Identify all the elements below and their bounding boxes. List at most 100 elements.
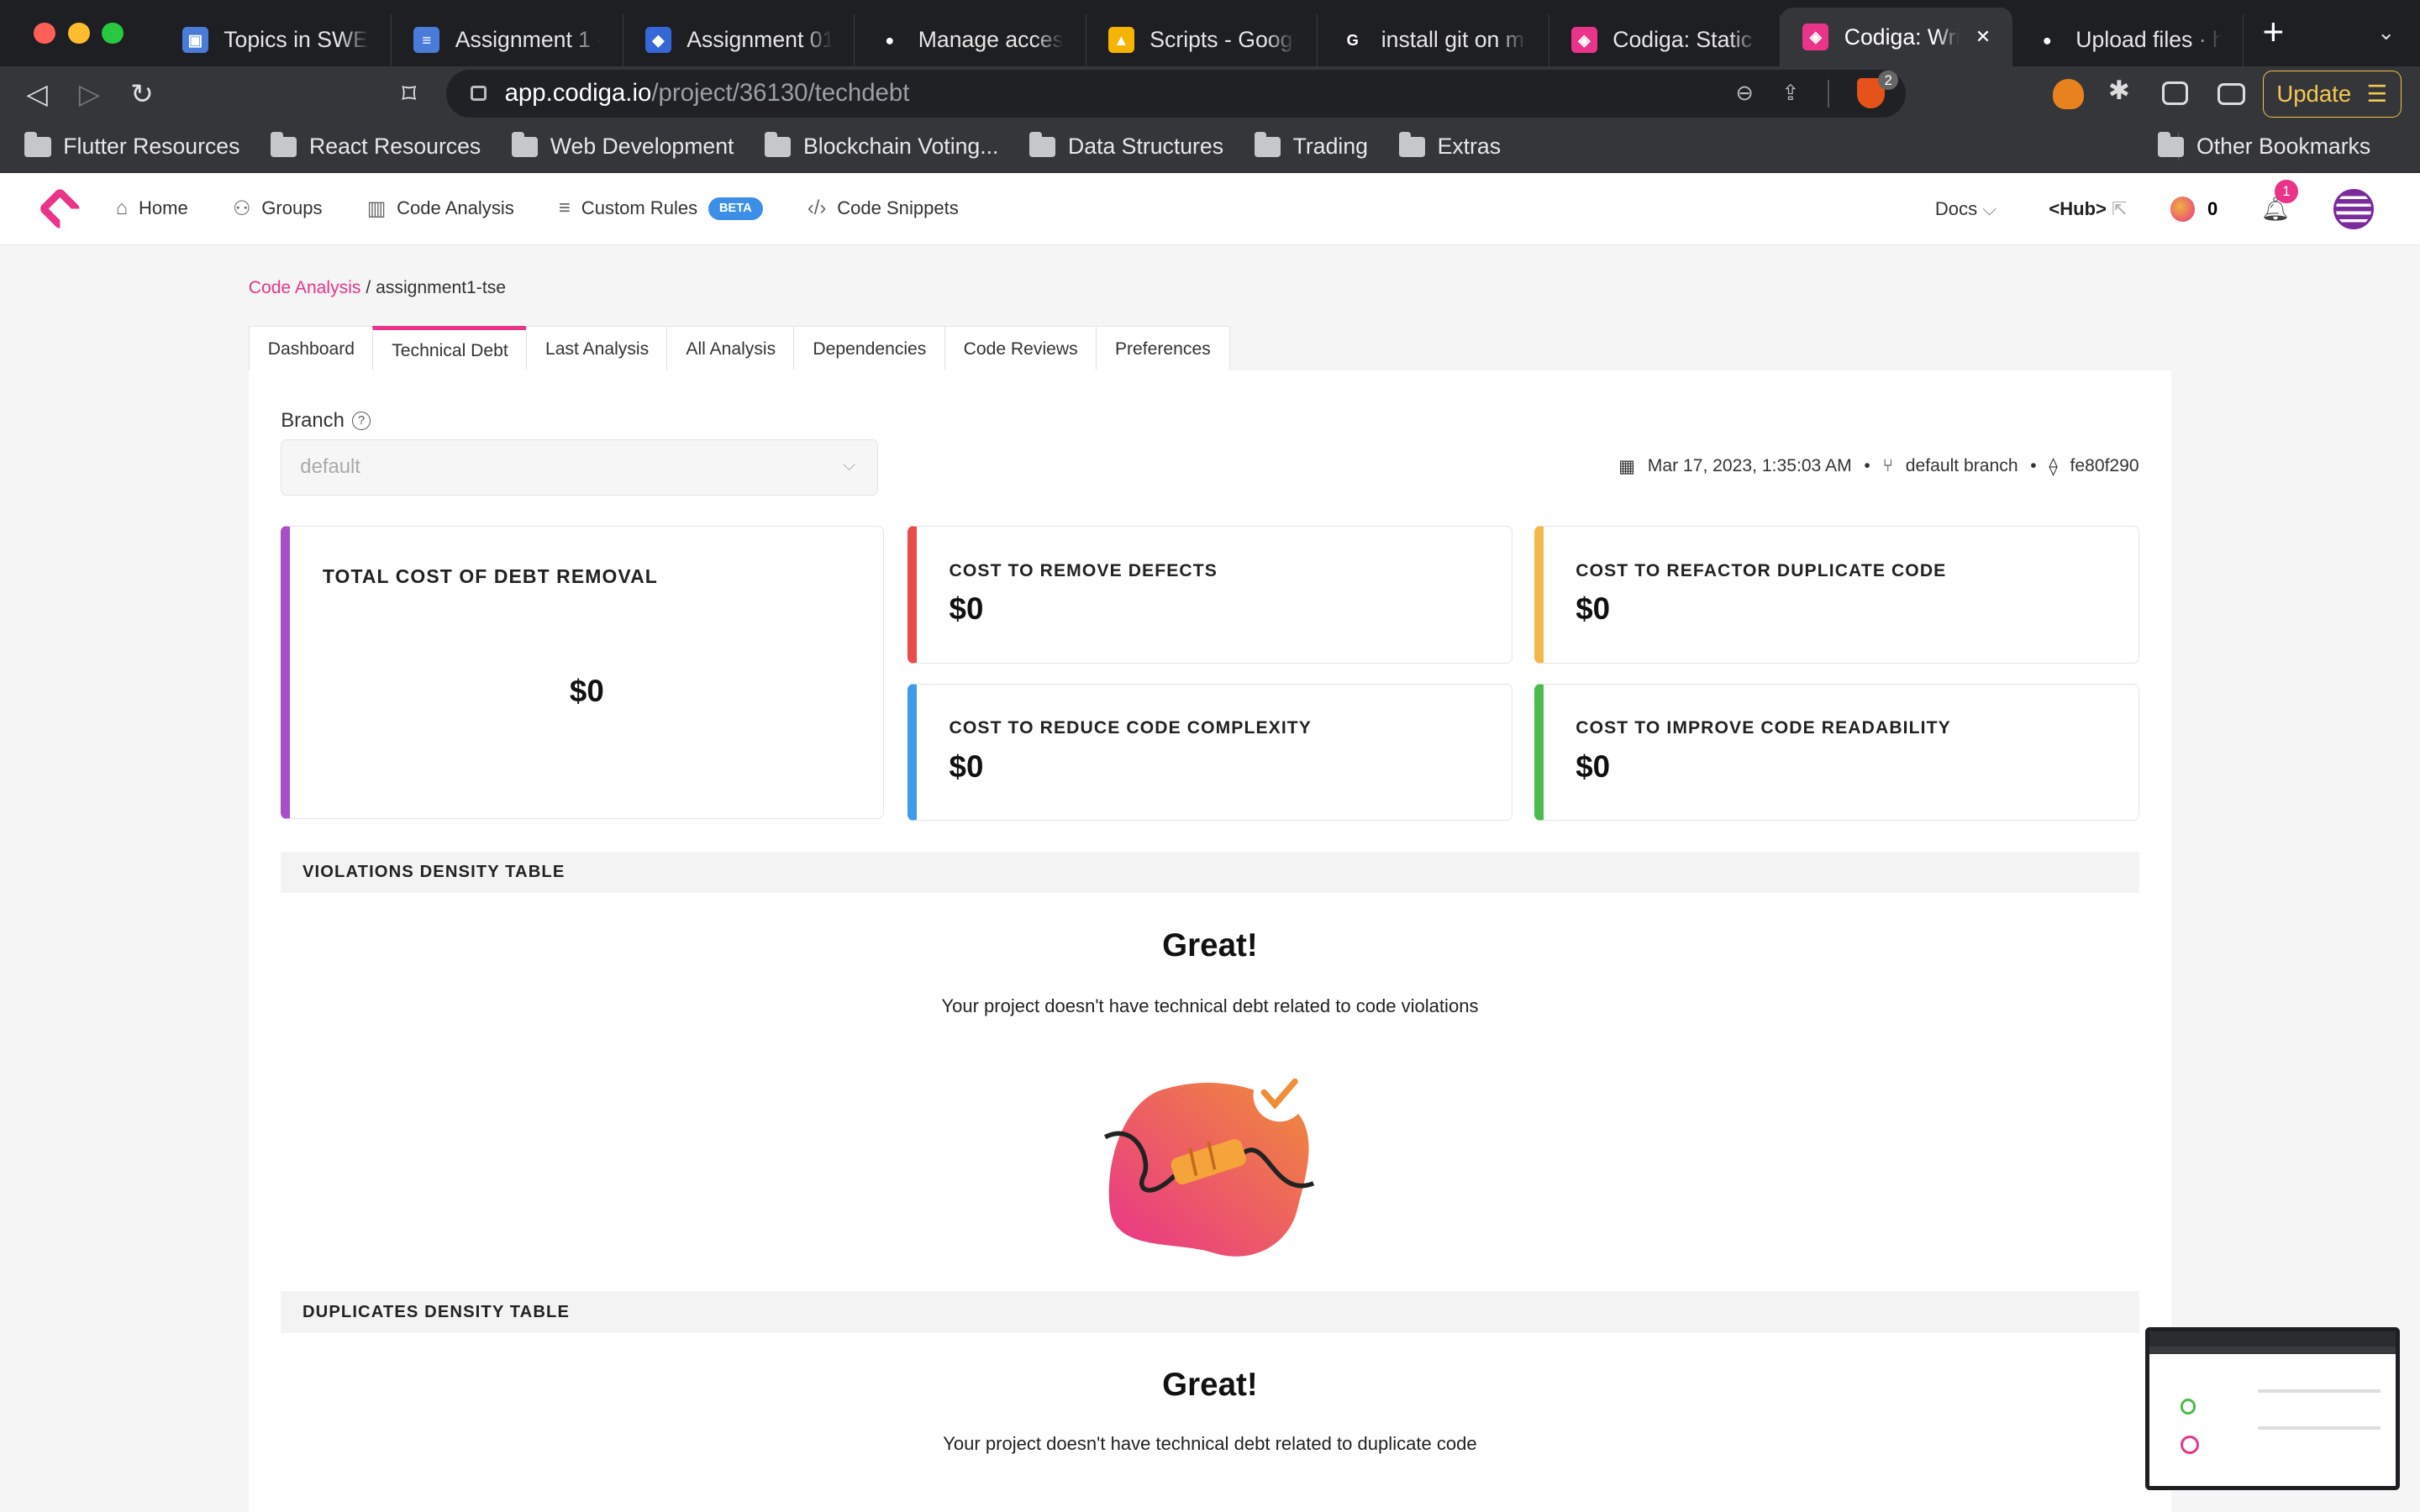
analysis-meta: ▦ Mar 17, 2023, 1:35:03 AM • ⑂ default bra… — [1618, 455, 2139, 476]
violations-density-header: VIOLATIONS DENSITY TABLE — [281, 851, 2139, 894]
breadcrumb-code-analysis[interactable]: Code Analysis — [249, 278, 361, 297]
screenshot-thumbnail[interactable] — [2145, 1326, 2401, 1491]
duplicates-density-header: DUPLICATES DENSITY TABLE — [281, 1291, 2139, 1333]
codiga-logo[interactable] — [38, 186, 82, 231]
bookmarks-bar: Flutter Resources React Resources Web Deve… — [0, 122, 2420, 173]
browser-tab[interactable]: ● Manage access — [855, 13, 1086, 66]
browser-tab[interactable]: Ginstall git on macos — [1318, 13, 1549, 66]
tab-search-icon[interactable]: ⌄ — [2377, 20, 2396, 45]
share-icon[interactable]: ⇪ — [1781, 81, 1800, 106]
tab-title: Codiga: Write better code — [1844, 24, 1960, 50]
docs-menu[interactable]: Docs ⌵ — [1935, 198, 1996, 220]
metamask-extension-icon[interactable] — [2052, 78, 2084, 110]
sidebar-icon[interactable] — [2162, 81, 2189, 105]
bookmark-label: Data Structures — [1068, 134, 1224, 160]
duplicates-message: Your project doesn't have technical debt… — [943, 1433, 1477, 1455]
card-value: $0 — [1576, 748, 1611, 784]
bookmark-folder[interactable]: Flutter Resources — [24, 132, 240, 160]
wallet-icon[interactable] — [2217, 83, 2246, 105]
hub-link[interactable]: <Hub> ⇱ — [2049, 198, 2127, 220]
bookmark-label: Trading — [1292, 134, 1368, 160]
branch-select[interactable]: default ⌵ — [281, 439, 879, 496]
bookmark-folder[interactable]: Extras — [1398, 132, 1502, 160]
url-text[interactable]: app.codiga.io/project/36130/techdebt — [505, 79, 910, 108]
tab-favicon-icon: G — [1346, 30, 1359, 49]
tab-preferences[interactable]: Preferences — [1095, 325, 1230, 372]
total-cost-card: TOTAL COST OF DEBT REMOVAL $0 — [281, 526, 885, 820]
nav-groups[interactable]: ⚇ Groups — [233, 197, 322, 221]
nav-code-snippets[interactable]: ‹/› Code Snippets — [808, 197, 959, 220]
other-bookmarks[interactable]: Other Bookmarks — [2158, 132, 2370, 160]
bookmark-label: Extras — [1437, 134, 1502, 160]
users-icon: ⚇ — [233, 197, 251, 220]
nav-home[interactable]: ⌂ Home — [116, 197, 188, 220]
coin-icon — [2170, 197, 2196, 222]
breadcrumb: Code Analysis / assignment1-tse — [249, 278, 506, 298]
home-icon: ⌂ — [115, 197, 129, 220]
tab-title: Upload files · hari — [2075, 27, 2222, 53]
user-avatar[interactable] — [2333, 188, 2374, 229]
card-title: COST TO REMOVE DEFECTS — [949, 560, 1218, 580]
tab-title: install git on macos — [1381, 27, 1528, 53]
close-tab-icon[interactable]: ✕ — [1975, 26, 1991, 48]
tab-favicon-icon: ● — [885, 30, 895, 49]
minimize-window-button[interactable] — [67, 22, 90, 45]
browser-tab[interactable]: ≡ Assignment 1 - Google Docs — [392, 13, 623, 66]
browser-tab[interactable]: ▲ Scripts - Google Drive — [1086, 13, 1318, 66]
violations-message: Your project doesn't have technical debt… — [941, 995, 1479, 1016]
update-button[interactable]: Update ☰ — [2262, 71, 2402, 118]
forward-icon[interactable]: ▷ — [63, 77, 115, 111]
card-title: COST TO IMPROVE CODE READABILITY — [1576, 718, 1951, 738]
brave-shield-icon[interactable]: 2 — [1856, 70, 1899, 109]
zoom-window-button[interactable] — [102, 22, 124, 45]
card-title: COST TO REFACTOR DUPLICATE CODE — [1576, 560, 1947, 580]
analysis-branch: default branch — [1905, 455, 2018, 475]
back-icon[interactable]: ◁ — [11, 77, 63, 111]
lock-icon — [471, 85, 487, 102]
folder-icon — [24, 132, 51, 157]
browser-tab[interactable]: ▣ Topics in SWE B — [160, 13, 392, 66]
browser-tab[interactable]: ● Upload files · hari — [2012, 13, 2244, 66]
card-value: $0 — [949, 748, 984, 784]
tab-dependencies[interactable]: Dependencies — [793, 325, 946, 372]
bookmark-folder[interactable]: Data Structures — [1029, 132, 1224, 160]
address-bar[interactable]: app.codiga.io/project/36130/techdebt ⊖ ⇪… — [445, 69, 1907, 118]
tab-favicon-icon: ≡ — [413, 27, 440, 54]
card-title: COST TO REDUCE CODE COMPLEXITY — [949, 718, 1312, 738]
beta-badge: BETA — [708, 197, 763, 220]
analysis-date: Mar 17, 2023, 1:35:03 AM — [1647, 455, 1852, 475]
browser-tab[interactable]: ◈ Codiga: Static Code Analysis — [1549, 13, 1781, 66]
tab-technical-debt[interactable]: Technical Debt — [372, 325, 528, 372]
list-icon: ≡ — [559, 197, 571, 220]
bookmark-folder[interactable]: React Resources — [271, 132, 481, 160]
tab-dashboard[interactable]: Dashboard — [248, 325, 375, 372]
close-window-button[interactable] — [34, 22, 56, 45]
tab-title: Manage access — [918, 27, 1065, 53]
tab-title: Topics in SWE B — [224, 27, 370, 53]
zoom-icon[interactable]: ⊖ — [1736, 81, 1754, 106]
window-controls — [34, 22, 124, 45]
notifications-bell-icon[interactable]: 🔔︎ 1 — [2261, 180, 2298, 223]
help-icon[interactable]: ? — [352, 411, 371, 430]
new-tab-button[interactable]: + — [2263, 12, 2285, 54]
bookmark-icon[interactable]: ⌑ — [383, 77, 435, 111]
tab-code-reviews[interactable]: Code Reviews — [944, 325, 1097, 372]
bookmark-folder[interactable]: Trading — [1254, 132, 1368, 160]
bookmark-label: Flutter Resources — [63, 134, 240, 160]
bookmark-label: React Resources — [309, 134, 481, 160]
tab-favicon-icon: ▣ — [182, 27, 208, 54]
browser-tab[interactable]: ◆ Assignment 01 - Atlassian — [623, 13, 855, 66]
card-value: $0 — [949, 591, 984, 627]
bookmark-folder[interactable]: Web Development — [511, 132, 734, 160]
analysis-commit: fe80f290 — [2070, 455, 2139, 475]
branch-icon: ⑂ — [1882, 455, 1894, 475]
tab-all-analysis[interactable]: All Analysis — [666, 325, 796, 372]
tab-favicon-icon: ◆ — [644, 27, 671, 54]
reload-icon[interactable]: ↻ — [116, 77, 168, 111]
tab-last-analysis[interactable]: Last Analysis — [525, 325, 669, 372]
nav-custom-rules[interactable]: ≡ Custom Rules BETA — [559, 197, 763, 220]
browser-tab[interactable]: ◈ Codiga: Write better code ✕ — [1781, 8, 2012, 66]
nav-code-analysis[interactable]: ▥ Code Analysis — [367, 197, 514, 221]
extensions-puzzle-icon[interactable]: ✱ — [2108, 76, 2139, 107]
bookmark-folder[interactable]: Blockchain Voting... — [765, 132, 998, 160]
